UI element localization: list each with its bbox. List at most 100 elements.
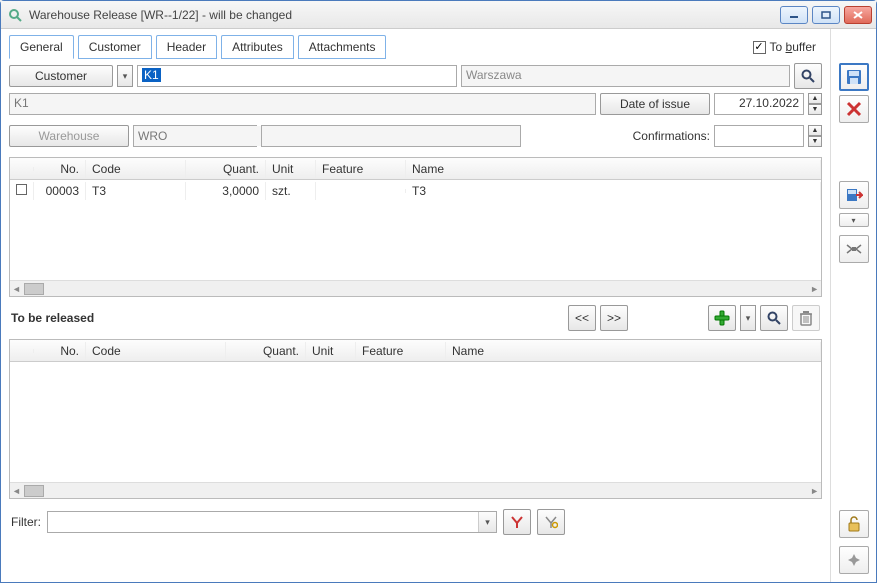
export-dropdown[interactable]: ▾: [839, 213, 869, 227]
to-buffer-checkbox[interactable]: ✓ To buffer: [753, 40, 823, 54]
items-grid-header: No. Code Quant. Unit Feature Name: [10, 158, 821, 180]
col-checkbox[interactable]: [10, 349, 34, 353]
col-quant[interactable]: Quant.: [226, 342, 306, 360]
release-grid: No. Code Quant. Unit Feature Name ◄►: [9, 339, 822, 499]
nav-prev-button[interactable]: <<: [568, 305, 596, 331]
items-grid: No. Code Quant. Unit Feature Name 00003 …: [9, 157, 822, 297]
cell-name: T3: [406, 182, 821, 200]
filter-combo[interactable]: ▾: [47, 511, 497, 533]
title-bar[interactable]: Warehouse Release [WR--1/22] - will be c…: [1, 1, 876, 29]
col-name[interactable]: Name: [446, 342, 821, 360]
merge-button[interactable]: [839, 235, 869, 263]
customer-name-date-row: K1 Date of issue 27.10.2022 ▲ ▼: [9, 93, 822, 115]
filter-settings-button[interactable]: [537, 509, 565, 535]
cell-quant: 3,0000: [186, 182, 266, 200]
col-feature[interactable]: Feature: [316, 160, 406, 178]
filter-clear-button[interactable]: [503, 509, 531, 535]
filter-label: Filter:: [11, 515, 41, 529]
customer-dropdown-arrow[interactable]: ▾: [117, 65, 133, 87]
app-icon: [7, 7, 23, 23]
filter-dropdown-arrow[interactable]: ▾: [478, 512, 496, 532]
table-row[interactable]: 00003 T3 3,0000 szt. T3: [10, 180, 821, 202]
customer-name-value: K1: [14, 96, 29, 110]
warehouse-combo[interactable]: ▾: [133, 125, 257, 147]
unlock-button[interactable]: [839, 510, 869, 538]
warehouse-button: Warehouse: [9, 125, 129, 147]
col-code[interactable]: Code: [86, 342, 226, 360]
cancel-button[interactable]: [839, 95, 869, 123]
release-grid-hscroll[interactable]: ◄►: [10, 482, 821, 498]
close-button[interactable]: [844, 6, 872, 24]
window-frame: Warehouse Release [WR--1/22] - will be c…: [0, 0, 877, 583]
items-grid-hscroll[interactable]: ◄►: [10, 280, 821, 296]
customer-lookup-button[interactable]: [794, 63, 822, 89]
cell-no: 00003: [34, 182, 86, 200]
tab-row: General Customer Header Attributes Attac…: [9, 35, 822, 59]
date-spin-up[interactable]: ▲: [808, 93, 822, 104]
tab-customer[interactable]: Customer: [78, 35, 152, 59]
warehouse-row: Warehouse ▾ Confirmations: ▲ ▼: [9, 125, 822, 147]
add-dropdown-arrow[interactable]: ▾: [740, 305, 756, 331]
col-feature[interactable]: Feature: [356, 342, 446, 360]
customer-city-input[interactable]: Warszawa: [461, 65, 790, 87]
scroll-thumb[interactable]: [24, 283, 44, 295]
col-name[interactable]: Name: [406, 160, 821, 178]
tab-general[interactable]: General: [9, 35, 74, 59]
pin-button[interactable]: [839, 546, 869, 574]
confirmations-input[interactable]: [714, 125, 804, 147]
export-button[interactable]: [839, 181, 869, 209]
release-grid-body[interactable]: [10, 362, 821, 482]
col-checkbox[interactable]: [10, 167, 34, 171]
row-checkbox[interactable]: [16, 184, 27, 195]
customer-code-value: K1: [142, 68, 161, 82]
filter-row: Filter: ▾: [9, 503, 822, 537]
date-of-issue-button[interactable]: Date of issue: [600, 93, 710, 115]
side-toolbar: ▾: [830, 29, 876, 582]
cell-feature: [316, 189, 406, 193]
col-no[interactable]: No.: [34, 160, 86, 178]
to-buffer-label: To buffer: [770, 40, 817, 54]
items-grid-body[interactable]: 00003 T3 3,0000 szt. T3: [10, 180, 821, 280]
tabs: General Customer Header Attributes Attac…: [9, 35, 386, 59]
tab-attributes[interactable]: Attributes: [221, 35, 294, 59]
to-be-released-title: To be released: [11, 311, 94, 325]
customer-city-value: Warszawa: [466, 68, 522, 82]
confirmations-spinner[interactable]: ▲ ▼: [808, 125, 822, 147]
tab-attachments[interactable]: Attachments: [298, 35, 387, 59]
main-panel: General Customer Header Attributes Attac…: [1, 29, 830, 582]
customer-name-input[interactable]: K1: [9, 93, 596, 115]
col-no[interactable]: No.: [34, 342, 86, 360]
cell-code: T3: [86, 182, 186, 200]
maximize-button[interactable]: [812, 6, 840, 24]
delete-button[interactable]: [792, 305, 820, 331]
date-spinner[interactable]: ▲ ▼: [808, 93, 822, 115]
window-title: Warehouse Release [WR--1/22] - will be c…: [29, 8, 780, 22]
tbr-action-buttons: ▾: [708, 305, 820, 331]
to-be-released-bar: To be released << >> ▾: [9, 301, 822, 335]
cell-unit: szt.: [266, 182, 316, 200]
confirmations-spin-down[interactable]: ▼: [808, 136, 822, 147]
filter-input[interactable]: [48, 512, 478, 532]
search-button[interactable]: [760, 305, 788, 331]
body-area: General Customer Header Attributes Attac…: [1, 29, 876, 582]
tab-header[interactable]: Header: [156, 35, 217, 59]
customer-code-input[interactable]: K1: [137, 65, 457, 87]
col-unit[interactable]: Unit: [306, 342, 356, 360]
save-button[interactable]: [839, 63, 869, 91]
nav-next-button[interactable]: >>: [600, 305, 628, 331]
customer-button[interactable]: Customer: [9, 65, 113, 87]
customer-row: Customer ▾ K1 Warszawa: [9, 63, 822, 89]
date-value: 27.10.2022: [719, 96, 799, 110]
add-button[interactable]: [708, 305, 736, 331]
minimize-button[interactable]: [780, 6, 808, 24]
scroll-thumb[interactable]: [24, 485, 44, 497]
col-unit[interactable]: Unit: [266, 160, 316, 178]
date-spin-down[interactable]: ▼: [808, 104, 822, 115]
checkbox-checked-icon: ✓: [753, 41, 766, 54]
date-input[interactable]: 27.10.2022: [714, 93, 804, 115]
release-grid-header: No. Code Quant. Unit Feature Name: [10, 340, 821, 362]
col-code[interactable]: Code: [86, 160, 186, 178]
col-quant[interactable]: Quant.: [186, 160, 266, 178]
confirmations-spin-up[interactable]: ▲: [808, 125, 822, 136]
confirmations-label: Confirmations:: [633, 129, 710, 143]
